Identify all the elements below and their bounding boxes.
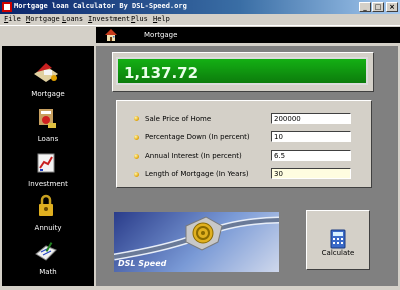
close-button[interactable]: × [386,2,398,12]
menu-file[interactable]: File [4,15,21,23]
window-title: Mortgage loan Calculator By DSL-Speed.or… [14,2,187,10]
menu-mortgage[interactable]: Mortgage [26,15,60,23]
title-bar[interactable]: Mortgage loan Calculator By DSL-Speed.or… [0,0,400,14]
sidebar: Mortgage Loans Investment Annuity Math [2,46,94,286]
mortgage-icon [34,63,58,82]
bullet-icon [134,172,139,177]
minimize-button[interactable]: _ [359,2,371,12]
app-window: Mortgage loan Calculator By DSL-Speed.or… [0,0,400,290]
bullet-icon [134,116,139,121]
header-bar [96,27,400,43]
maximize-button[interactable]: □ [372,2,384,12]
sidebar-item-annuity[interactable]: Annuity [2,194,94,244]
bullet-icon [134,135,139,140]
calculator-icon [330,229,346,249]
dsl-speed-banner: DSL Speed [114,212,279,272]
sidebar-item-mortgage[interactable]: Mortgage [2,60,94,110]
mortgage-length-label: Length of Mortgage (In Years) [145,170,249,178]
app-icon [2,2,12,12]
sidebar-label-investment: Investment [28,180,68,188]
calculate-label: Calculate [321,249,355,257]
bullet-icon [134,154,139,159]
sidebar-label-math: Math [39,268,57,276]
loans-icon [39,109,56,128]
monthly-payment-value: 1,137.72 [124,64,199,82]
percent-down-label: Percentage Down (In percent) [145,133,250,141]
sidebar-label-annuity: Annuity [34,224,62,232]
house-icon [105,29,117,41]
sale-price-label: Sale Price of Home [145,115,212,123]
banner-text: DSL Speed [118,259,167,268]
menu-plus[interactable]: Plus [131,15,148,23]
calculate-button[interactable]: Calculate [306,210,370,270]
investment-icon [37,153,55,173]
percent-down-input[interactable] [271,131,351,142]
annual-interest-label: Annual Interest (In percent) [145,152,242,160]
mortgage-length-input[interactable] [271,168,351,179]
result-display: 1,137.72 [116,57,368,85]
sidebar-label-loans: Loans [37,135,59,143]
sidebar-item-investment[interactable]: Investment [2,150,94,200]
sidebar-item-math[interactable]: Math [2,238,94,288]
sidebar-label-mortgage: Mortgage [31,90,65,98]
annual-interest-input[interactable] [271,150,351,161]
math-icon [35,242,57,261]
menu-bar: File Mortgage Loans Investment Plus Help [0,14,400,25]
sidebar-item-loans[interactable]: Loans [2,105,94,155]
header-title: Mortgage [144,31,178,39]
annuity-icon [39,194,53,216]
sale-price-input[interactable] [271,113,351,124]
menu-loans[interactable]: Loans [62,15,83,23]
menu-investment[interactable]: Investment [88,15,130,23]
menu-help[interactable]: Help [153,15,170,23]
